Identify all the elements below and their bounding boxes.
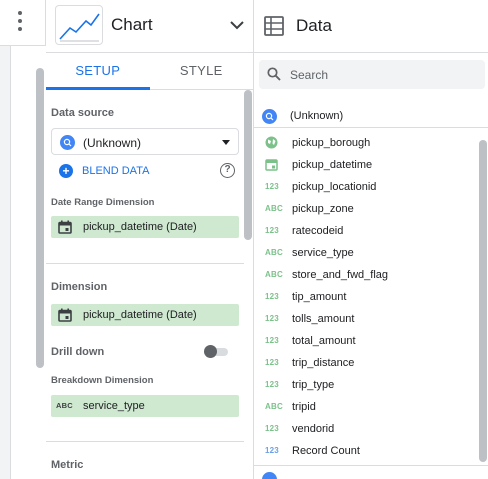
data-source-name: (Unknown) — [290, 110, 344, 122]
chart-type-title: Chart — [111, 15, 153, 34]
chart-type-header: Chart — [46, 0, 253, 53]
active-tab-indicator — [46, 87, 150, 90]
drill-down-label: Drill down — [51, 346, 105, 358]
number-type-icon: 123 — [265, 336, 279, 345]
field-label: tip_amount — [292, 291, 347, 303]
text-type-icon: ABC — [265, 270, 283, 279]
dropdown-arrow-icon — [222, 140, 230, 145]
text-type-icon: ABC — [265, 402, 283, 411]
field-item[interactable]: ABC service_type — [254, 242, 478, 264]
data-panel-footer — [254, 465, 488, 479]
number-type-icon: 123 — [265, 380, 279, 389]
field-label: tolls_amount — [292, 313, 355, 325]
section-divider — [46, 263, 244, 264]
number-type-icon: 123 — [265, 182, 279, 191]
date-range-dimension-value: pickup_datetime (Date) — [83, 221, 197, 233]
field-label: pickup_borough — [292, 137, 371, 149]
line-chart-icon[interactable] — [55, 5, 103, 45]
field-item[interactable]: 123 ratecodeid — [254, 220, 478, 242]
date-range-dimension-label: Date Range Dimension — [51, 197, 155, 208]
dimension-value: pickup_datetime (Date) — [83, 309, 197, 321]
field-item[interactable]: pickup_datetime — [254, 154, 478, 176]
field-item[interactable]: 123 tolls_amount — [254, 308, 478, 330]
field-label: pickup_zone — [292, 203, 354, 215]
chart-properties-panel: Chart SETUP STYLE Data source (Unknown) … — [46, 0, 254, 479]
chevron-down-icon[interactable] — [230, 17, 244, 30]
number-type-icon: 123 — [265, 226, 279, 235]
help-icon[interactable]: ? — [220, 163, 235, 178]
table-icon — [264, 16, 284, 36]
data-source-icon — [262, 472, 277, 479]
number-type-icon: 123 — [265, 446, 279, 455]
dimension-chip[interactable]: pickup_datetime (Date) — [51, 304, 239, 326]
tab-setup[interactable]: SETUP — [46, 53, 150, 89]
calendar-icon — [58, 220, 72, 234]
number-type-icon: 123 — [265, 292, 279, 301]
field-label: trip_distance — [292, 357, 355, 369]
field-item[interactable]: 123 trip_distance — [254, 352, 478, 374]
breakdown-dimension-label: Breakdown Dimension — [51, 375, 154, 386]
number-type-icon: 123 — [265, 358, 279, 367]
data-source-select[interactable]: (Unknown) — [51, 128, 239, 155]
field-item[interactable]: 123 trip_type — [254, 374, 478, 396]
setup-scrollbar[interactable] — [244, 90, 252, 240]
panel-tabs: SETUP STYLE — [46, 53, 253, 90]
drill-down-toggle[interactable] — [204, 345, 230, 358]
data-source-row[interactable]: (Unknown) — [254, 106, 488, 128]
breakdown-dimension-chip[interactable]: ABC service_type — [51, 395, 239, 417]
data-panel: Data Search (Unknown) pickup_boroughpick… — [254, 0, 488, 479]
calendar-icon — [58, 308, 72, 322]
field-list-scrollbar[interactable] — [479, 140, 487, 462]
data-source-label: Data source — [51, 107, 114, 119]
section-divider — [46, 441, 244, 442]
toggle-thumb — [204, 345, 217, 358]
field-item[interactable]: 123 pickup_locationid — [254, 176, 478, 198]
data-source-icon — [262, 109, 277, 124]
data-panel-header: Data — [254, 0, 488, 53]
search-placeholder: Search — [290, 68, 329, 82]
field-item[interactable]: 123 vendorid — [254, 418, 478, 440]
field-item[interactable]: 123 Record Count — [254, 440, 478, 462]
data-source-value: (Unknown) — [83, 136, 142, 150]
data-source-icon — [60, 135, 75, 150]
calendar-icon — [265, 159, 278, 171]
add-icon: + — [59, 164, 73, 178]
field-item[interactable]: ABC tripid — [254, 396, 478, 418]
field-label: vendorid — [292, 423, 335, 435]
date-range-dimension-chip[interactable]: pickup_datetime (Date) — [51, 216, 239, 238]
field-item[interactable]: pickup_borough — [254, 132, 478, 154]
dimension-label: Dimension — [51, 281, 108, 293]
field-label: pickup_datetime — [292, 159, 373, 171]
field-item[interactable]: 123 tip_amount — [254, 286, 478, 308]
globe-icon — [265, 136, 278, 149]
blend-data-label: BLEND DATA — [82, 165, 150, 177]
more-vert-icon[interactable] — [15, 11, 25, 31]
blend-data-button[interactable]: + BLEND DATA — [59, 163, 149, 179]
number-type-icon: 123 — [265, 424, 279, 433]
text-type-icon: ABC — [265, 204, 283, 213]
field-item[interactable]: ABC store_and_fwd_flag — [254, 264, 478, 286]
field-item[interactable]: 123 total_amount — [254, 330, 478, 352]
data-panel-title: Data — [296, 16, 332, 35]
text-type-icon: ABC — [265, 248, 283, 257]
text-type-icon: ABC — [56, 401, 73, 410]
field-label: service_type — [292, 247, 354, 259]
field-label: ratecodeid — [292, 225, 344, 237]
field-label: trip_type — [292, 379, 335, 391]
number-type-icon: 123 — [265, 314, 279, 323]
search-icon — [267, 67, 281, 81]
left-scrollbar[interactable] — [36, 68, 44, 368]
tab-style[interactable]: STYLE — [150, 53, 254, 89]
metric-label: Metric — [51, 459, 84, 471]
field-item[interactable]: ABC pickup_zone — [254, 198, 478, 220]
field-label: store_and_fwd_flag — [292, 269, 389, 281]
left-rail — [0, 0, 46, 479]
field-label: pickup_locationid — [292, 181, 377, 193]
left-rail-top — [0, 0, 45, 46]
field-label: Record Count — [292, 445, 360, 457]
field-search-input[interactable]: Search — [259, 60, 485, 89]
field-label: total_amount — [292, 335, 356, 347]
breakdown-dimension-value: service_type — [83, 400, 145, 412]
field-label: tripid — [292, 401, 316, 413]
